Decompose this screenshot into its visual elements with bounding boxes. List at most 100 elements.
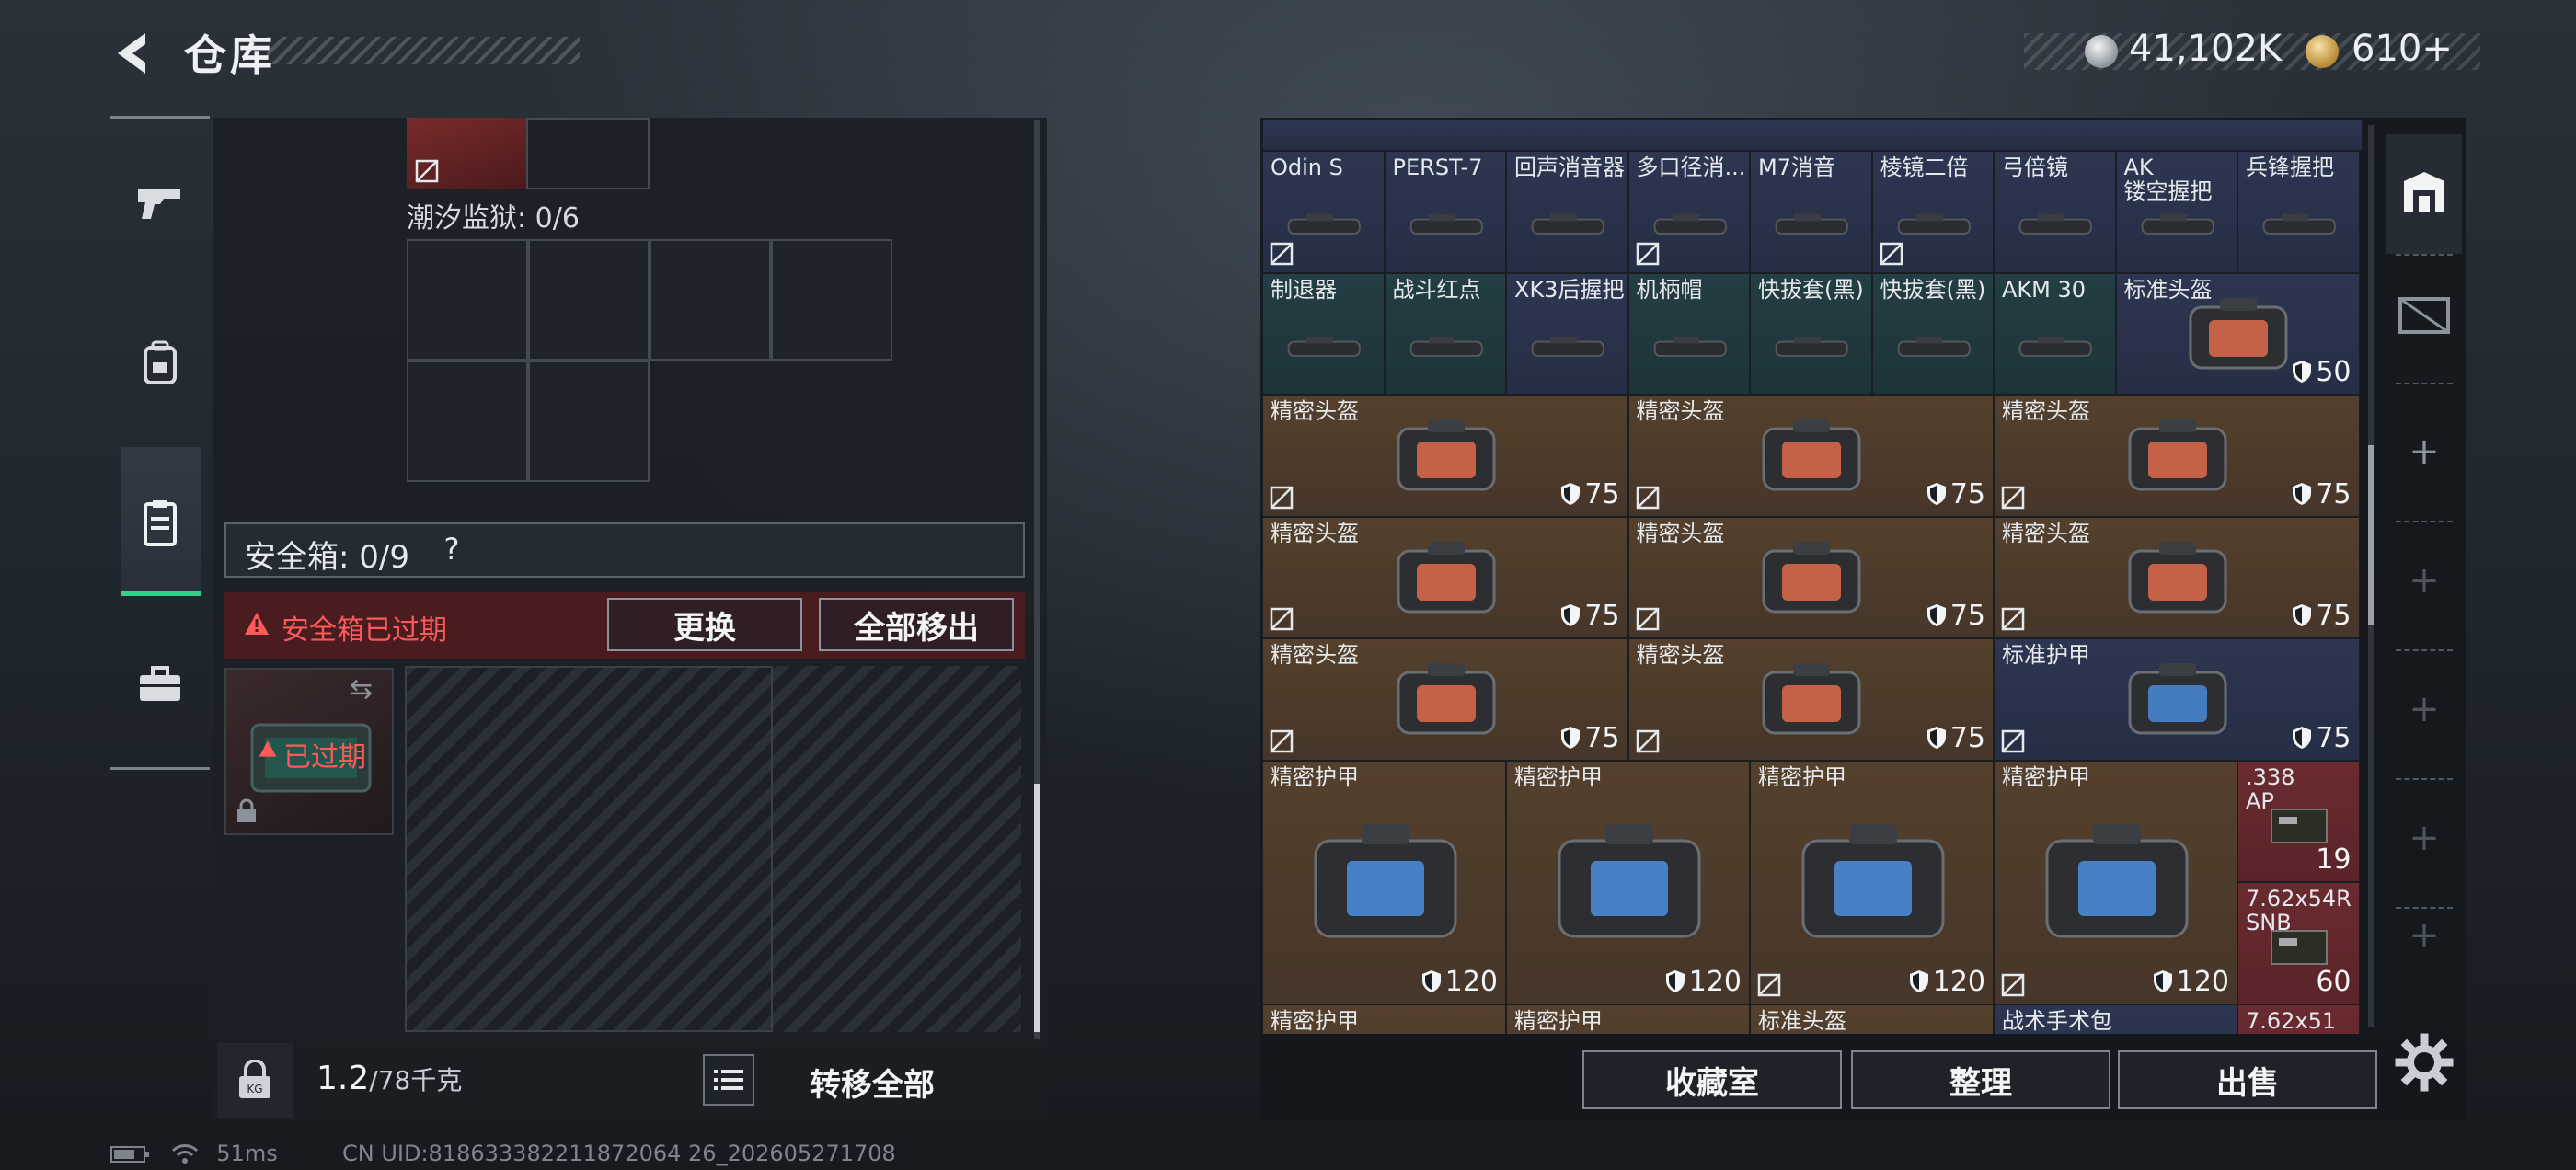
inventory-item[interactable]: 精密头盔 75: [1627, 516, 1994, 638]
organize-button[interactable]: 整理: [1851, 1050, 2110, 1109]
inventory-item[interactable]: 精密护甲 120: [1262, 760, 1506, 1004]
plus-icon: +: [2409, 817, 2440, 859]
inventory-item[interactable]: 精密头盔 75: [1994, 395, 2360, 517]
nav-weapons[interactable]: [125, 169, 195, 239]
inventory-item[interactable]: 精密护甲 120: [1994, 760, 2237, 1004]
right-rail: + + + + +: [2386, 79, 2462, 999]
empty-slot[interactable]: [526, 118, 650, 189]
inventory-item[interactable]: 精密护甲: [1262, 1004, 1506, 1034]
no-insurance-icon: [2001, 729, 2025, 752]
rail-add-slot[interactable]: +: [2386, 876, 2462, 995]
warning-icon: [245, 613, 269, 635]
storage-scroll-thumb[interactable]: [1034, 784, 1040, 1032]
item-name: 机柄帽: [1636, 276, 1703, 303]
attachment-icon: [1531, 213, 1604, 235]
inventory-item[interactable]: 精密头盔 75: [1627, 638, 1994, 761]
grid-slot[interactable]: [528, 239, 650, 361]
item-name: 精密护甲: [1271, 1007, 1359, 1034]
back-arrow-icon[interactable]: [109, 28, 160, 79]
inventory-scroll-thumb[interactable]: [2368, 445, 2374, 625]
inventory-item[interactable]: 标准头盔 50: [2115, 272, 2360, 395]
page-title: 仓库: [184, 30, 276, 80]
nav-briefcase[interactable]: [125, 649, 195, 719]
list-toggle-button[interactable]: [703, 1054, 754, 1106]
inventory-item[interactable]: 棱镜二倍: [1871, 151, 1994, 273]
rail-add-slot[interactable]: +: [2386, 521, 2462, 640]
rail-add-slot[interactable]: +: [2386, 392, 2462, 511]
inventory-item[interactable]: 战斗红点: [1384, 272, 1506, 395]
clipboard-icon: [144, 500, 177, 546]
rail-equipment-tab[interactable]: [2386, 254, 2462, 373]
inventory-item[interactable]: 精密头盔 75: [1262, 395, 1628, 517]
move-all-button[interactable]: 全部移出: [819, 598, 1014, 651]
inventory-item[interactable]: 快拔套(黑): [1750, 272, 1872, 395]
settings-button[interactable]: [2392, 1030, 2456, 1095]
attachment-icon: [2018, 336, 2092, 357]
inventory-item[interactable]: 制退器: [1262, 272, 1385, 395]
rail-add-slot[interactable]: +: [2386, 649, 2462, 769]
grid-slot[interactable]: [407, 239, 528, 361]
inventory-item[interactable]: M7消音: [1750, 151, 1872, 273]
inventory-item[interactable]: 兵锋握把: [2237, 151, 2360, 273]
inventory-item[interactable]: 精密护甲 120: [1506, 760, 1750, 1004]
gold-coin-icon: [2306, 35, 2339, 68]
inventory-item[interactable]: 标准头盔: [1750, 1004, 1994, 1034]
grid-slot[interactable]: [771, 239, 892, 361]
rail-storage-tab[interactable]: [2386, 134, 2462, 254]
crate-icon: [2398, 297, 2450, 334]
inventory-item[interactable]: 弓倍镜: [1994, 151, 2116, 273]
swap-arrows-icon[interactable]: ⇆: [350, 673, 373, 705]
item-name: 战斗红点: [1392, 276, 1481, 303]
grid-slot[interactable]: [407, 361, 528, 482]
currency-primary[interactable]: 41,102K: [2129, 28, 2282, 70]
shield-icon: [2153, 969, 2172, 992]
collection-button[interactable]: 收藏室: [1582, 1050, 1842, 1109]
weight-lock-icon[interactable]: KG: [217, 1043, 293, 1118]
inventory-item[interactable]: 精密护甲 120: [1750, 760, 1994, 1004]
attachment-icon: [1653, 336, 1727, 357]
inventory-item[interactable]: AK 镂空握把: [2115, 151, 2237, 273]
inventory-item[interactable]: 机柄帽: [1627, 272, 1750, 395]
swap-button[interactable]: 更换: [607, 598, 802, 651]
silver-coin-icon: [2085, 35, 2118, 68]
inventory-item[interactable]: XK3后握把: [1506, 272, 1628, 395]
inventory-item[interactable]: 快拔套(黑): [1871, 272, 1994, 395]
nav-backpack[interactable]: [125, 327, 195, 397]
weight-readout: 1.2/78千克: [316, 1060, 462, 1097]
inventory-item[interactable]: AKM 30: [1994, 272, 2116, 395]
inventory-item[interactable]: 多口径消...: [1627, 151, 1750, 273]
inventory-item[interactable]: 精密头盔 75: [1994, 516, 2360, 638]
item-name: .338 AP: [2246, 763, 2295, 814]
shield-icon: [1926, 482, 1946, 505]
inventory-item[interactable]: .338 AP 19: [2237, 760, 2360, 882]
inventory-item[interactable]: 精密头盔 75: [1627, 395, 1994, 517]
inventory-item[interactable]: 7.62x54R SNB 60: [2237, 882, 2360, 1004]
inventory-item[interactable]: 精密护甲: [1506, 1004, 1750, 1034]
grid-slot[interactable]: [650, 239, 771, 361]
item-durability: 120: [2153, 966, 2229, 998]
partial-item-slot[interactable]: [407, 118, 526, 189]
plus-icon: +: [2409, 914, 2440, 957]
inventory-item[interactable]: Odin S: [1262, 151, 1385, 273]
no-insurance-icon: [1270, 486, 1294, 509]
sell-button[interactable]: 出售: [2118, 1050, 2377, 1109]
svg-text:KG: KG: [247, 1083, 262, 1095]
inventory-item[interactable]: 精密头盔 75: [1262, 638, 1628, 761]
inventory-item[interactable]: 回声消音器: [1506, 151, 1628, 273]
inventory-item[interactable]: 7.62x51: [2237, 1004, 2360, 1034]
transfer-all-button[interactable]: 转移全部: [810, 1060, 935, 1105]
inventory-item[interactable]: 标准护甲 75: [1994, 638, 2360, 761]
briefcase-icon: [140, 666, 180, 701]
no-insurance-icon: [2001, 607, 2025, 631]
inventory-item[interactable]: 精密头盔 75: [1262, 516, 1628, 638]
no-insurance-icon: [1636, 607, 1659, 631]
help-icon[interactable]: ?: [429, 532, 475, 568]
currency-secondary[interactable]: 610+: [2352, 28, 2453, 70]
no-insurance-icon: [1636, 729, 1659, 752]
inventory-item[interactable]: PERST-7: [1384, 151, 1506, 273]
inventory-item[interactable]: 战术手术包: [1994, 1004, 2237, 1034]
attachment-icon: [1409, 336, 1483, 357]
nav-case[interactable]: [125, 488, 195, 557]
shield-icon: [2293, 361, 2312, 383]
grid-slot[interactable]: [528, 361, 650, 482]
